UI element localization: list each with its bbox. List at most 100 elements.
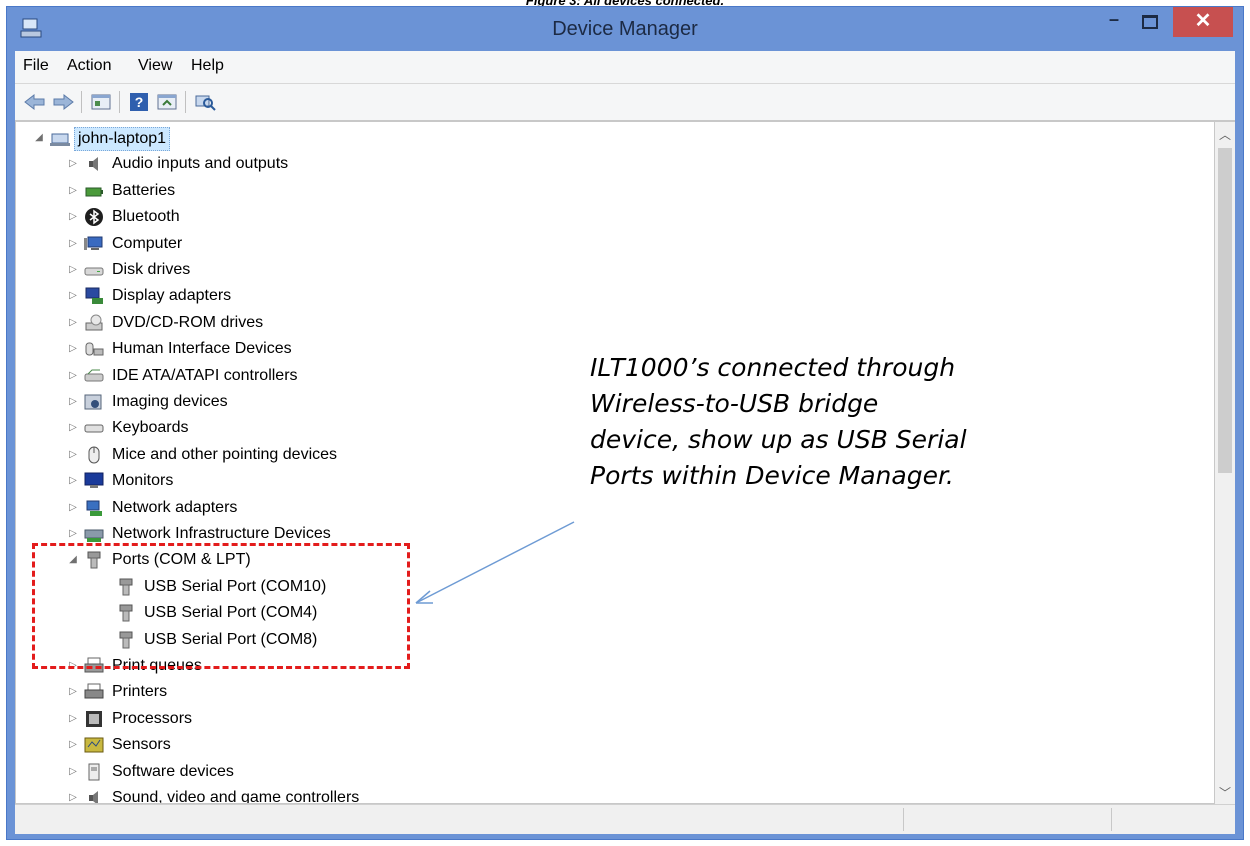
battery-icon bbox=[85, 187, 103, 197]
expand-arrow-icon[interactable]: ▷ bbox=[66, 389, 80, 415]
scroll-down-icon[interactable]: ﹀ bbox=[1215, 784, 1235, 801]
forward-arrow-icon[interactable] bbox=[51, 91, 75, 113]
expand-arrow-icon[interactable]: ▷ bbox=[66, 679, 80, 705]
scrollbar-thumb[interactable] bbox=[1218, 148, 1232, 473]
hid-icon bbox=[85, 342, 104, 356]
tree-category[interactable]: ▷ Network adapters bbox=[16, 495, 616, 521]
tree-category[interactable]: ▷ Processors bbox=[16, 706, 616, 732]
tree-category-label[interactable]: Processors bbox=[112, 706, 192, 732]
sound-controller-icon bbox=[89, 791, 98, 803]
toolbar: ? bbox=[15, 84, 1235, 121]
expand-arrow-icon[interactable]: ▷ bbox=[66, 442, 80, 468]
minimize-button[interactable]: – bbox=[1099, 7, 1129, 37]
tree-category-label[interactable]: Batteries bbox=[112, 178, 175, 204]
ide-controller-icon bbox=[84, 369, 104, 382]
tree-category-label[interactable]: Human Interface Devices bbox=[112, 336, 292, 362]
annotation-text: ILT1000’s connected through Wireless-to-… bbox=[590, 350, 1090, 494]
tree-category[interactable]: ▷ IDE ATA/ATAPI controllers bbox=[16, 363, 616, 389]
tree-category-label[interactable]: Keyboards bbox=[112, 415, 189, 441]
tree-category[interactable]: ▷ Software devices bbox=[16, 759, 616, 785]
scroll-up-icon[interactable]: ︿ bbox=[1215, 126, 1235, 143]
properties-icon[interactable] bbox=[89, 91, 113, 113]
expand-arrow-icon[interactable]: ▷ bbox=[66, 732, 80, 758]
expand-arrow-icon[interactable]: ▷ bbox=[66, 363, 80, 389]
dvd-drive-icon bbox=[85, 314, 103, 331]
tree-category-label[interactable]: Disk drives bbox=[112, 257, 190, 283]
tree-category[interactable]: ▷ Computer bbox=[16, 231, 616, 257]
tree-category-label[interactable]: Software devices bbox=[112, 759, 234, 785]
maximize-button[interactable] bbox=[1135, 7, 1165, 37]
tree-category-label[interactable]: Display adapters bbox=[112, 283, 231, 309]
network-infrastructure-icon bbox=[84, 529, 104, 542]
tree-category-label[interactable]: Bluetooth bbox=[112, 204, 180, 230]
tree-category-label[interactable]: Network adapters bbox=[112, 495, 237, 521]
menu-help[interactable]: Help bbox=[191, 57, 224, 75]
camera-icon bbox=[84, 394, 102, 410]
expand-arrow-icon[interactable]: ▷ bbox=[66, 706, 80, 732]
tree-category[interactable]: ▷ Mice and other pointing devices bbox=[16, 442, 616, 468]
expand-arrow-icon[interactable]: ▷ bbox=[66, 257, 80, 283]
tree-category[interactable]: ▷ Batteries bbox=[16, 178, 616, 204]
expand-arrow-icon[interactable]: ▷ bbox=[66, 495, 80, 521]
tree-category[interactable]: ▷ Sensors bbox=[16, 732, 616, 758]
expand-arrow-icon[interactable]: ▷ bbox=[66, 151, 80, 177]
tree-category[interactable]: ▷ Imaging devices bbox=[16, 389, 616, 415]
menu-view[interactable]: View bbox=[138, 57, 172, 75]
tree-category[interactable]: ▷ Human Interface Devices bbox=[16, 336, 616, 362]
tree-category[interactable]: ▷ Display adapters bbox=[16, 283, 616, 309]
help-icon[interactable]: ? bbox=[127, 91, 151, 113]
tree-category[interactable]: ▷ Monitors bbox=[16, 468, 616, 494]
tree-category[interactable]: ▷ Printers bbox=[16, 679, 616, 705]
tree-category-label[interactable]: Sensors bbox=[112, 732, 171, 758]
tree-category-label[interactable]: Mice and other pointing devices bbox=[112, 442, 337, 468]
tree-category-label[interactable]: IDE ATA/ATAPI controllers bbox=[112, 363, 298, 389]
tree-category[interactable]: ▷ Audio inputs and outputs bbox=[16, 151, 616, 177]
tree-category-label[interactable]: Printers bbox=[112, 679, 167, 705]
expand-arrow-icon[interactable]: ▷ bbox=[66, 468, 80, 494]
speaker-icon bbox=[89, 157, 98, 172]
back-arrow-icon[interactable] bbox=[23, 91, 47, 113]
expand-arrow-icon[interactable]: ▷ bbox=[66, 204, 80, 230]
tree-category[interactable]: ▷ Keyboards bbox=[16, 415, 616, 441]
tree-category[interactable]: ▷ Sound, video and game controllers bbox=[16, 785, 616, 803]
maximize-icon bbox=[1142, 15, 1158, 29]
window-title: Device Manager bbox=[552, 18, 698, 40]
menu-action[interactable]: Action bbox=[67, 57, 111, 75]
tree-root-label[interactable]: john-laptop1 bbox=[74, 127, 171, 151]
ports-highlight-box bbox=[32, 543, 410, 669]
expand-arrow-icon[interactable]: ▷ bbox=[66, 785, 80, 803]
collapse-arrow-icon[interactable]: ◢ bbox=[32, 125, 46, 151]
bluetooth-icon bbox=[85, 208, 103, 227]
tree-category-label[interactable]: Sound, video and game controllers bbox=[112, 785, 359, 803]
tree-category-label[interactable]: DVD/CD-ROM drives bbox=[112, 310, 263, 336]
close-button[interactable]: ✕ bbox=[1173, 7, 1233, 37]
expand-arrow-icon[interactable]: ▷ bbox=[66, 283, 80, 309]
expand-arrow-icon[interactable]: ▷ bbox=[66, 178, 80, 204]
update-driver-icon[interactable] bbox=[155, 91, 179, 113]
network-adapter-icon bbox=[86, 500, 102, 516]
expand-arrow-icon[interactable]: ▷ bbox=[66, 336, 80, 362]
annotation-line: Wireless-to-USB bridge bbox=[590, 389, 879, 418]
tree-category-label[interactable]: Monitors bbox=[112, 468, 173, 494]
tree-category-label[interactable]: Computer bbox=[112, 231, 182, 257]
menu-file[interactable]: File bbox=[23, 57, 49, 75]
expand-arrow-icon[interactable]: ▷ bbox=[66, 231, 80, 257]
expand-arrow-icon[interactable]: ▷ bbox=[66, 310, 80, 336]
title-bar[interactable]: Device Manager – ✕ bbox=[7, 7, 1243, 51]
tree-root[interactable]: ◢ john-laptop1 bbox=[16, 125, 616, 151]
tree-category[interactable]: ▷ DVD/CD-ROM drives bbox=[16, 310, 616, 336]
svg-text:?: ? bbox=[135, 94, 144, 110]
scan-hardware-icon[interactable] bbox=[193, 91, 217, 113]
processor-icon bbox=[86, 710, 102, 727]
expand-arrow-icon[interactable]: ▷ bbox=[66, 415, 80, 441]
tree-category[interactable]: ▷ Disk drives bbox=[16, 257, 616, 283]
menu-bar: File Action View Help bbox=[15, 51, 1235, 84]
tree-category-label[interactable]: Imaging devices bbox=[112, 389, 228, 415]
keyboard-icon bbox=[84, 424, 104, 433]
tree-category[interactable]: ▷ Bluetooth bbox=[16, 204, 616, 230]
annotation-line: device, show up as USB Serial bbox=[590, 425, 967, 454]
tree-category-label[interactable]: Audio inputs and outputs bbox=[112, 151, 288, 177]
vertical-scrollbar[interactable]: ︿ ﹀ bbox=[1215, 121, 1235, 804]
software-device-icon bbox=[88, 763, 100, 781]
expand-arrow-icon[interactable]: ▷ bbox=[66, 759, 80, 785]
